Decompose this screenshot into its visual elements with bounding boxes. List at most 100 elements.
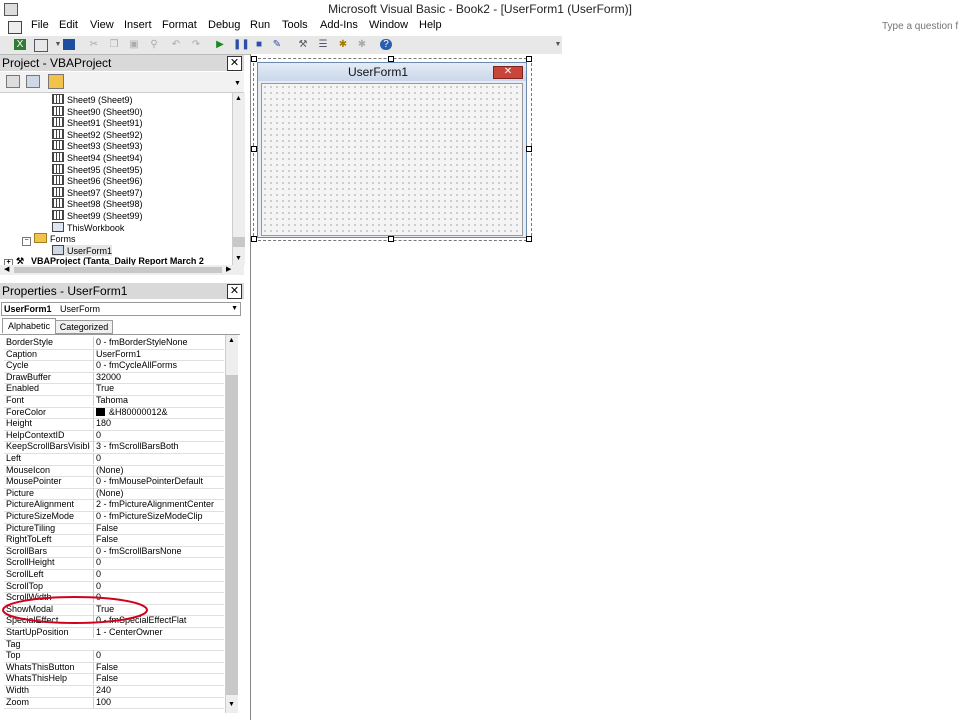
view-code-icon[interactable] [6, 75, 20, 88]
scroll-down-icon[interactable]: ▼ [228, 701, 235, 708]
tree-item-sheet[interactable]: Sheet94 (Sheet94) [52, 152, 143, 164]
toggle-folders-icon[interactable] [48, 74, 64, 89]
menu-insert[interactable]: Insert [124, 19, 152, 31]
resize-handle[interactable] [388, 56, 394, 62]
resize-handle[interactable] [526, 146, 532, 152]
copy-icon[interactable]: ❐ [108, 39, 120, 50]
tree-item-sheet[interactable]: Sheet92 (Sheet92) [52, 128, 143, 141]
scroll-thumb[interactable] [233, 237, 245, 247]
menu-file[interactable]: File [31, 19, 49, 31]
userform-canvas[interactable] [261, 83, 523, 236]
scroll-thumb[interactable] [226, 375, 238, 695]
tree-item-sheet[interactable]: Sheet96 (Sheet96) [52, 175, 143, 187]
document-icon[interactable] [8, 21, 22, 34]
find-icon[interactable]: ⚲ [148, 39, 160, 50]
toolbar-options-icon[interactable]: ▼ [552, 39, 564, 50]
object-browser-icon[interactable]: ✱ [337, 39, 349, 50]
question-input[interactable] [882, 19, 960, 34]
excel-view-icon[interactable]: X [14, 39, 26, 50]
worksheet-icon [52, 210, 64, 220]
resize-handle[interactable] [251, 56, 257, 62]
userform-title-bar[interactable]: UserForm1 ✕ [258, 63, 526, 81]
menu-add-ins[interactable]: Add-Ins [320, 19, 358, 31]
resize-handle[interactable] [526, 56, 532, 62]
tree-item-sheet[interactable]: Sheet99 (Sheet99) [52, 210, 143, 222]
menu-view[interactable]: View [90, 19, 114, 31]
chevron-down-icon[interactable]: ▼ [231, 303, 238, 315]
scroll-thumb[interactable] [14, 267, 222, 273]
design-mode-icon[interactable]: ✎ [271, 39, 283, 50]
collapse-icon[interactable]: − [22, 237, 31, 247]
properties-window-icon[interactable]: ☰ [317, 39, 329, 50]
tree-item-sheet[interactable]: Sheet9 (Sheet9) [52, 94, 133, 106]
project-tree: Sheet9 (Sheet9) Sheet90 (Sheet90) Sheet9… [0, 93, 232, 265]
redo-icon[interactable]: ↷ [190, 39, 202, 50]
window-title: Microsoft Visual Basic - Book2 - [UserFo… [328, 2, 632, 16]
project-pane-toolbar: ▼ [0, 72, 244, 93]
properties-grid: BorderStyle 0 - fmBorderStyleNone Caption… [0, 334, 240, 715]
object-selector[interactable]: UserForm1 UserForm ▼ [1, 302, 241, 316]
cut-icon[interactable]: ✂ [88, 39, 100, 50]
prop-row[interactable]: Zoom 100 [4, 696, 224, 710]
resize-handle[interactable] [251, 236, 257, 242]
tree-item-other-project[interactable]: + ⚒ VBAProject (Tanta_Daily Report March 2 [4, 256, 204, 265]
project-tree-hscrollbar[interactable]: ◀ ▶ [0, 265, 244, 275]
help-icon[interactable]: ? [380, 39, 392, 50]
insert-userform-icon[interactable] [34, 39, 48, 52]
tree-item-sheet[interactable]: Sheet95 (Sheet95) [52, 163, 143, 176]
tab-alphabetic[interactable]: Alphabetic [2, 318, 56, 333]
worksheet-icon [52, 140, 64, 151]
scroll-up-icon[interactable]: ▲ [235, 95, 242, 102]
reset-icon[interactable]: ■ [253, 39, 265, 50]
scroll-up-icon[interactable]: ▲ [228, 337, 235, 344]
worksheet-icon [52, 163, 64, 174]
menu-window[interactable]: Window [369, 19, 408, 31]
resize-handle[interactable] [388, 236, 394, 242]
properties-pane-close-button[interactable]: ✕ [227, 284, 242, 299]
tree-item-userform[interactable]: UserForm1 [52, 244, 113, 257]
project-explorer-icon[interactable]: ⚒ [297, 39, 309, 50]
project-toolbar-options-icon[interactable]: ▼ [234, 80, 241, 87]
worksheet-icon [52, 105, 64, 116]
properties-pane-title: Properties - UserForm1 ✕ [0, 283, 244, 299]
toolbox-icon[interactable]: ✱ [356, 39, 368, 50]
paste-icon[interactable]: ▣ [128, 39, 140, 50]
scroll-right-icon[interactable]: ▶ [226, 265, 231, 273]
tree-item-sheet[interactable]: Sheet91 (Sheet91) [52, 117, 143, 129]
userform-caption: UserForm1 [347, 65, 408, 79]
properties-vscrollbar[interactable]: ▲ ▼ [225, 335, 238, 713]
tree-item-sheet[interactable]: Sheet97 (Sheet97) [52, 186, 143, 199]
project-tree-vscrollbar[interactable]: ▲ ▼ [232, 93, 245, 265]
run-icon[interactable]: ▶ [214, 39, 226, 50]
break-icon[interactable]: ❚❚ [233, 39, 250, 50]
menu-help[interactable]: Help [419, 19, 442, 31]
tree-item-sheet[interactable]: Sheet90 (Sheet90) [52, 105, 143, 118]
window-title-bar: Microsoft Visual Basic - Book2 - [UserFo… [0, 0, 960, 18]
tree-folder-forms[interactable]: − Forms [22, 233, 76, 247]
userform-window[interactable]: UserForm1 ✕ [257, 62, 527, 238]
tree-item-thisworkbook[interactable]: ThisWorkbook [52, 221, 124, 234]
worksheet-icon [52, 117, 64, 128]
tree-item-sheet[interactable]: Sheet93 (Sheet93) [52, 140, 143, 152]
object-name: UserForm1 [4, 304, 52, 314]
resize-handle[interactable] [251, 146, 257, 152]
save-icon[interactable] [63, 39, 75, 50]
scroll-down-icon[interactable]: ▼ [235, 255, 242, 262]
menu-tools[interactable]: Tools [282, 19, 308, 31]
workbook-icon [52, 221, 64, 232]
menu-run[interactable]: Run [250, 19, 270, 31]
menu-format[interactable]: Format [162, 19, 197, 31]
worksheet-icon [52, 152, 64, 162]
tree-item-sheet[interactable]: Sheet98 (Sheet98) [52, 198, 143, 210]
scroll-left-icon[interactable]: ◀ [4, 265, 9, 273]
worksheet-icon [52, 175, 64, 186]
userform-close-button[interactable]: ✕ [493, 66, 523, 79]
view-object-icon[interactable] [26, 75, 40, 88]
tab-categorized[interactable]: Categorized [55, 320, 113, 334]
resize-handle[interactable] [526, 236, 532, 242]
project-pane-close-button[interactable]: ✕ [227, 56, 242, 71]
worksheet-icon [52, 128, 64, 139]
undo-icon[interactable]: ↶ [170, 39, 182, 50]
menu-edit[interactable]: Edit [59, 19, 78, 31]
menu-debug[interactable]: Debug [208, 19, 240, 31]
